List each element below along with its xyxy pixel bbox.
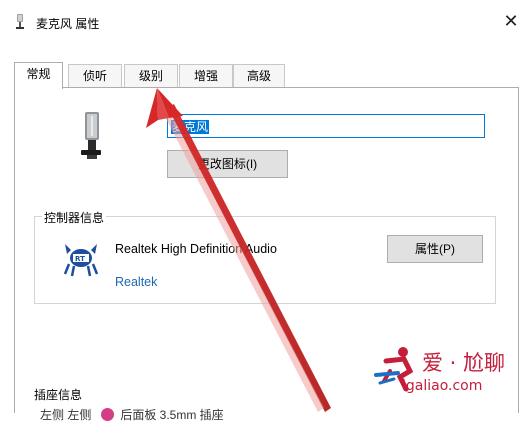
realtek-crab-logo: RT: [63, 244, 99, 277]
jack-row: 左侧 左侧 后面板 3.5mm 插座: [40, 406, 224, 423]
watermark-text: 爱 · 尬聊: [422, 351, 506, 375]
tab-enhancements[interactable]: 增强: [179, 64, 233, 87]
change-icon-button[interactable]: 更改图标(I): [167, 150, 288, 178]
window-title: 麦克风 属性: [36, 17, 100, 31]
tab-listen[interactable]: 侦听: [68, 64, 122, 87]
jack-color-icon: [101, 408, 115, 421]
controller-vendor: Realtek: [115, 275, 158, 289]
microphone-small-icon: [16, 14, 24, 29]
properties-button[interactable]: 属性(P): [387, 235, 483, 263]
tab-advanced[interactable]: 高级: [233, 64, 285, 87]
jack-location: 左侧 左侧: [40, 408, 92, 422]
microphone-icon: [81, 112, 101, 159]
tab-level[interactable]: 级别: [124, 64, 178, 87]
controller-info-legend: 控制器信息: [42, 209, 107, 226]
title-bar: 麦克风 属性 ✕: [0, 0, 531, 44]
jack-description: 后面板 3.5mm 插座: [120, 408, 224, 422]
close-button[interactable]: ✕: [501, 12, 521, 32]
device-name-input[interactable]: 麦克风: [167, 114, 485, 138]
jack-info-legend: 插座信息: [34, 388, 83, 402]
tab-general[interactable]: 常规: [14, 62, 63, 89]
watermark-url: igaliao.com: [402, 378, 483, 394]
controller-device-name: Realtek High Definition Audio: [115, 242, 277, 256]
svg-text:RT: RT: [75, 255, 85, 263]
